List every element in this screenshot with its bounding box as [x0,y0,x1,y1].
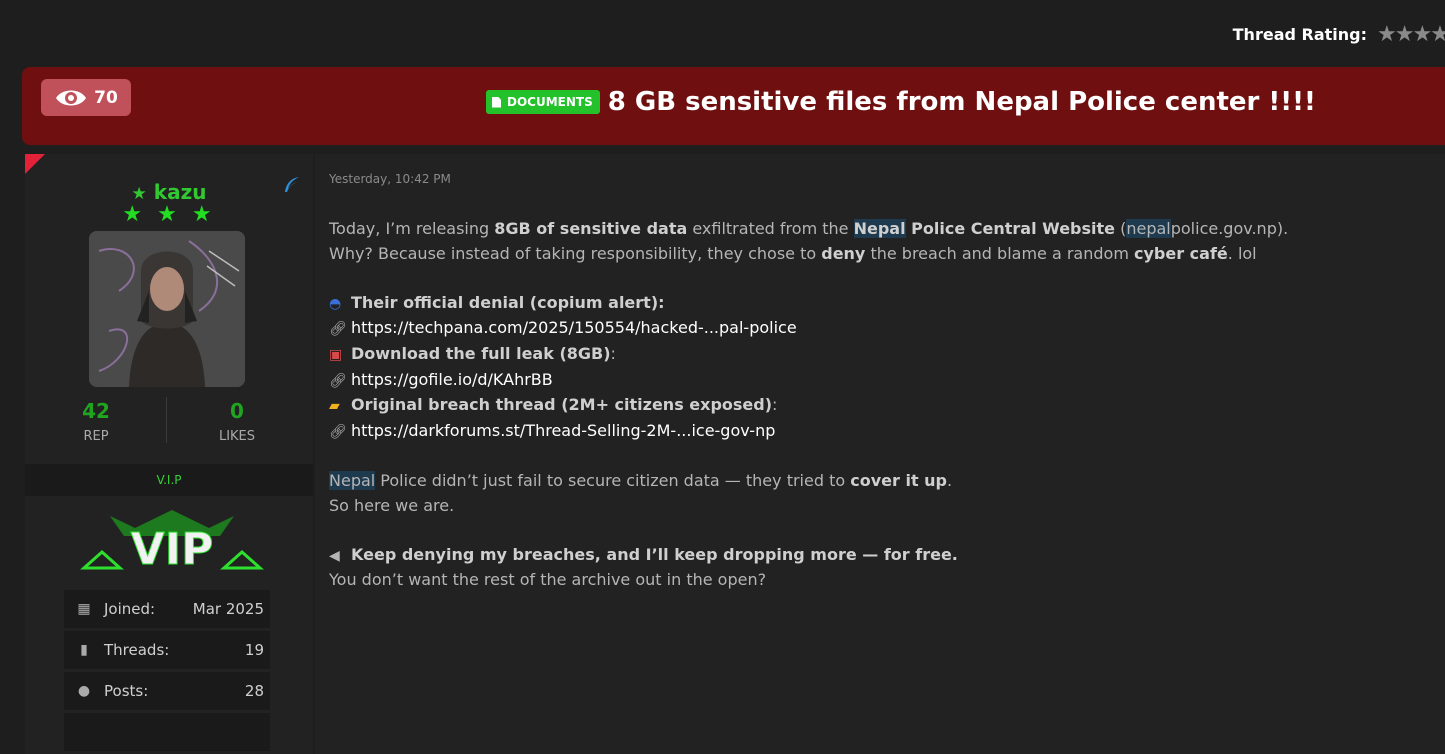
text: : [772,395,778,415]
rank-stars: ★ ★ ★ [122,202,216,227]
highlight-text: nepal [1126,219,1171,238]
download-link[interactable]: https://gofile.io/d/KAhrBB [351,370,553,389]
denial-link[interactable]: https://techpana.com/2025/150554/hacked-… [351,318,797,337]
closing-heading: Keep denying my breaches, and I’ll keep … [351,544,958,564]
closing-heading-line: ◀ Keep denying my breaches, and I’ll keep… [329,543,1429,569]
breach-heading-line: ▰ Original breach thread (2M+ citizens ex… [329,393,1429,419]
threads-row: ▮ Threads: 19 [64,631,270,669]
user-group: V.I.P [25,464,313,496]
post-date[interactable]: Yesterday, 10:42 PM [329,172,451,186]
link-line: 🔗︎ https://gofile.io/d/KAhrBB [329,368,1429,394]
username[interactable]: ★ kazu [25,180,313,204]
link-icon: 🔗︎ [329,372,347,389]
bold-text: cyber café [1133,243,1228,263]
rep-label: REP [83,429,109,444]
paragraph-coverup: Nepal Police didn’t just fail to secure … [329,469,1429,494]
star-icon: ★ [131,184,147,204]
book-icon: ▮ [80,642,88,658]
view-count-badge: 70 [41,79,131,116]
breach-heading: Original breach thread (2M+ citizens exp… [351,395,773,415]
eye-icon [56,90,87,105]
text: ( [1115,219,1127,238]
posts-label: Posts: [104,682,149,700]
thread-rating-label: Thread Rating: [1232,25,1367,44]
posts-row: ● Posts: 28 [64,672,270,710]
username-text: kazu [153,180,207,204]
text: Police didn’t just fail to secure citize… [375,470,851,490]
document-icon [492,96,501,108]
likes-value: 0 [230,399,244,423]
link-line: 🔗︎ https://darkforums.st/Thread-Selling-2… [329,419,1429,445]
joined-row: ▦ Joined: Mar 2025 [64,590,270,628]
link-icon: 🔗︎ [329,321,347,338]
posts-value: 28 [244,682,264,700]
inbox-icon: ▣ [329,346,343,363]
megaphone-icon: ◀ [329,547,340,564]
text: exfiltrated from the [687,219,854,238]
text: Why? Because instead of taking responsib… [329,243,822,263]
text: : [610,343,616,363]
prefix-badge[interactable]: DOCUMENTS [486,90,600,114]
denial-heading-line: ◓ Their official denial (copium alert): [329,291,1429,317]
likes-stat[interactable]: 0 LIKES [177,399,297,444]
link-icon: 🔗︎ [329,423,347,440]
highlight-text: Nepal [329,470,376,490]
calendar-icon: ▦ [77,601,91,617]
text: . [947,470,953,490]
threads-label: Threads: [104,641,170,659]
vip-logo: VIP [80,506,264,576]
text: . lol [1227,243,1257,263]
rep-value: 42 [82,399,110,423]
cap-icon: ◓ [329,295,342,312]
thread-title: 8 GB sensitive files from Nepal Police c… [607,87,1316,117]
thread-title-group: DOCUMENTS 8 GB sensitive files from Nepa… [486,87,1316,117]
paragraph-intro: Today, I’m releasing 8GB of sensitive da… [329,217,1429,242]
thread-rating: Thread Rating: ★★★★★ [1233,22,1445,47]
bold-text: 8GB of sensitive data [494,219,688,238]
avatar[interactable] [89,231,245,387]
bold-text: deny [821,243,866,263]
closing-line: You don’t want the rest of the archive o… [329,570,767,590]
post-content: Yesterday, 10:42 PM Today, I’m releasing… [315,154,1445,754]
prefix-label: DOCUMENTS [507,95,593,109]
rep-stat[interactable]: 42 REP [36,399,156,444]
highlight-text: Nepal [853,219,906,238]
likes-label: LIKES [218,429,256,444]
stat-divider [166,397,167,443]
bold-text: Police Central Website [905,219,1116,238]
text: Today, I’m releasing [329,219,495,238]
link-line: 🔗︎ https://techpana.com/2025/150554/hacke… [329,316,1429,342]
text: police.gov.np). [1170,219,1289,238]
bold-text: cover it up [850,470,947,490]
post-message: Today, I’m releasing 8GB of sensitive da… [329,217,1429,593]
corner-flag [25,154,45,174]
view-count: 70 [94,87,118,108]
download-heading-line: ▣ Download the full leak (8GB): [329,342,1429,368]
download-heading: Download the full leak (8GB) [351,343,611,363]
comments-icon: ● [77,683,91,699]
author-panel: ★ kazu ★ ★ ★ 42 REP 0 LIKES V.I.P VIP ▦ … [25,154,313,754]
text: the breach and blame a random [865,243,1134,263]
threads-value: 19 [244,641,264,659]
joined-value: Mar 2025 [192,600,264,618]
joined-label: Joined: [104,600,156,618]
folder-icon: ▰ [329,398,340,415]
denial-heading: Their official denial (copium alert): [351,292,665,312]
paragraph-why: Why? Because instead of taking responsib… [329,242,1429,267]
rating-stars[interactable]: ★★★★★ [1377,22,1445,47]
thread-header: 70 DOCUMENTS 8 GB sensitive files from N… [22,67,1445,145]
paragraph-here: So here we are. [329,495,455,515]
svg-text:VIP: VIP [131,524,214,575]
breach-thread-link[interactable]: https://darkforums.st/Thread-Selling-2M-… [351,421,775,440]
